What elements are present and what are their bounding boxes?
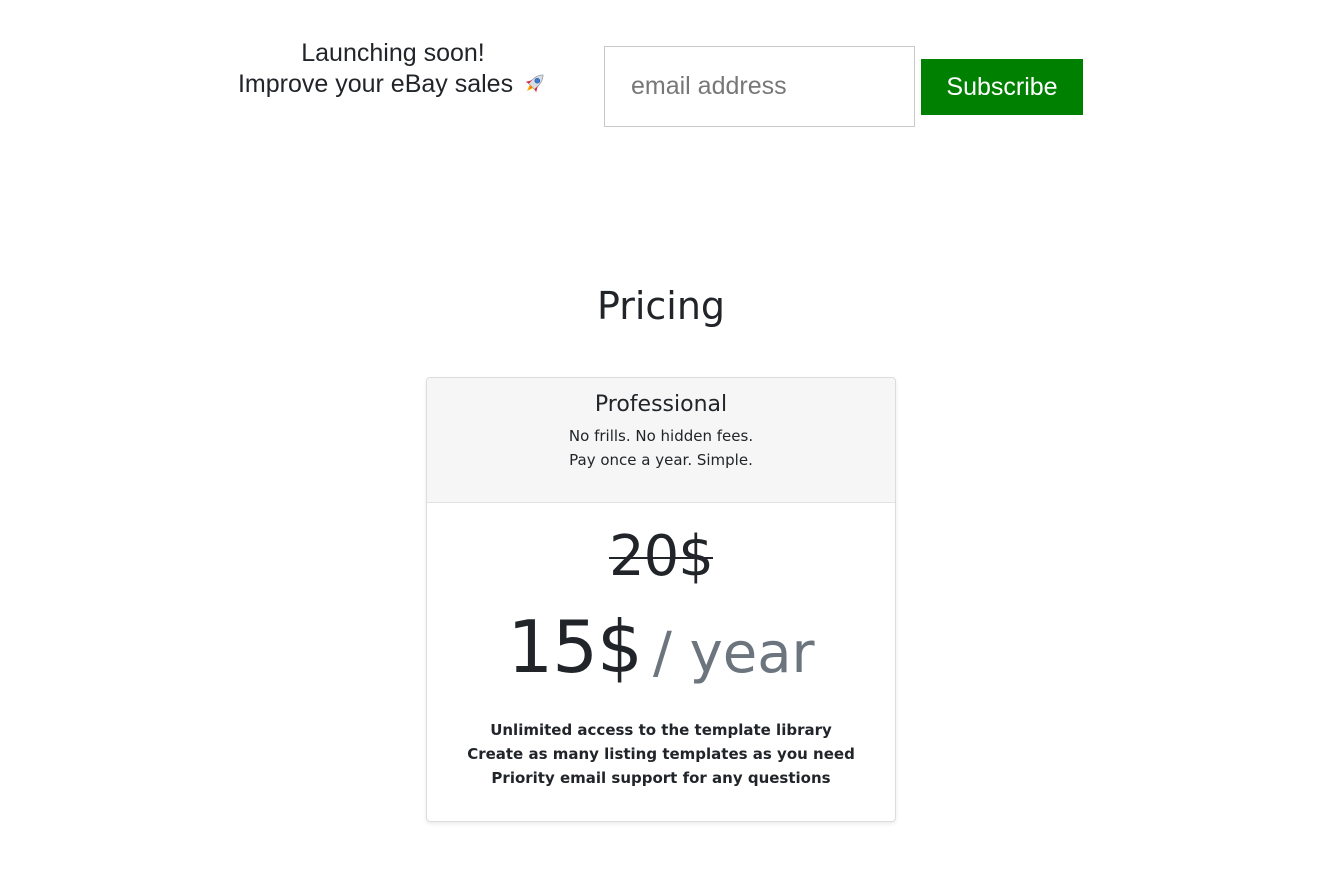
subscribe-button[interactable]: Subscribe	[921, 59, 1083, 115]
billing-period: / year	[652, 621, 815, 686]
plan-name: Professional	[594, 392, 728, 417]
plan-tagline: Pay once a year. Simple.	[569, 451, 753, 469]
launch-headline: Launching soon!	[301, 39, 485, 67]
feature-item: Priority email support for any questions	[491, 769, 831, 787]
launch-subheadline-line: Improve your eBay sales	[230, 69, 556, 100]
feature-item: Unlimited access to the template library	[490, 721, 832, 739]
launch-subheadline: Improve your eBay sales	[237, 70, 514, 98]
card-header: Professional No frills. No hidden fees. …	[427, 378, 895, 503]
feature-item: Create as many listing templates as you …	[467, 745, 855, 763]
card-body: 20$ 15$ / year Unlimited access to the t…	[427, 503, 895, 790]
pricing-title: Pricing	[596, 284, 726, 328]
strikethrough-line	[609, 557, 713, 559]
launch-message: Launching soon! Improve your eBay sales	[230, 38, 556, 100]
current-price: 15$	[507, 605, 642, 689]
pricing-card: Professional No frills. No hidden fees. …	[426, 377, 896, 822]
plan-tagline: No frills. No hidden fees.	[568, 427, 754, 445]
old-price: 20$	[609, 525, 714, 589]
feature-list: Unlimited access to the template library…	[427, 718, 895, 790]
page: Launching soon! Improve your eBay sales …	[0, 0, 1322, 869]
price-row: 15$ / year	[427, 607, 895, 694]
rocket-icon	[525, 74, 544, 93]
email-field[interactable]	[604, 46, 915, 127]
